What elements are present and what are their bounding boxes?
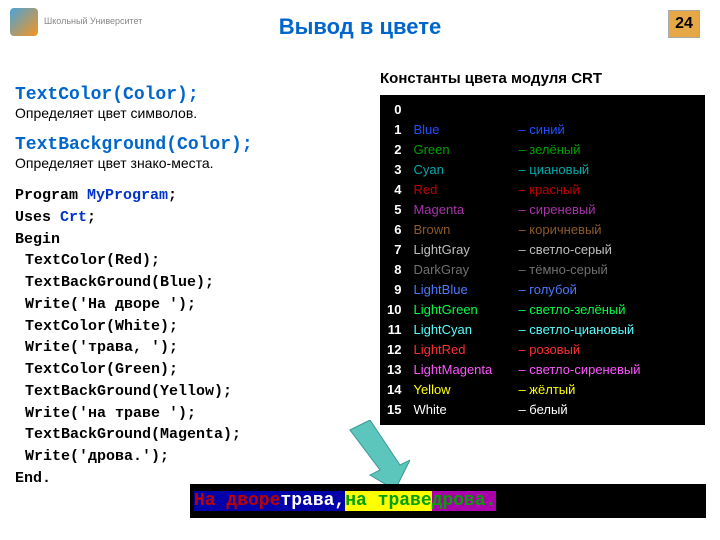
color-table-names: Black– чёрныйBlue– синийGreen– зелёныйCy… [407, 96, 704, 424]
color-row: Green– зелёный [413, 140, 698, 160]
color-row-num: 3 [387, 160, 401, 180]
color-row: LightGray– светло-серый [413, 240, 698, 260]
left-column: TextColor(Color); Определяет цвет символ… [15, 85, 365, 490]
output-segment: трава, [280, 491, 345, 511]
page-number: 24 [668, 10, 700, 38]
color-row-num: 13 [387, 360, 401, 380]
output-segment: на траве [345, 491, 431, 511]
color-row-num: 11 [387, 320, 401, 340]
color-row-num: 12 [387, 340, 401, 360]
color-row: Blue– синий [413, 120, 698, 140]
output-segment: дрова. [432, 491, 497, 511]
color-row: Black– чёрный [413, 100, 698, 120]
color-row-num: 14 [387, 380, 401, 400]
header: Школьный Университет Вывод в цвете 24 [0, 0, 720, 60]
color-row-num: 2 [387, 140, 401, 160]
color-table: 0123456789101112131415 Black– чёрныйBlue… [380, 95, 705, 425]
color-row: LightCyan– светло-циановый [413, 320, 698, 340]
color-row-num: 15 [387, 400, 401, 420]
proc-textbackground-desc: Определяет цвет знако-места. [15, 155, 365, 171]
color-row: DarkGray– тёмно-серый [413, 260, 698, 280]
output-bar: На дворе трава, на траве дрова. [190, 484, 706, 518]
output-segment: На дворе [194, 491, 280, 511]
proc-textbackground: TextBackground(Color); [15, 135, 365, 155]
color-row: LightGreen– светло-зелёный [413, 300, 698, 320]
proc-textcolor-desc: Определяет цвет символов. [15, 105, 365, 121]
right-column: Константы цвета модуля CRT 0123456789101… [380, 70, 705, 425]
brand-logo: Школьный Университет [10, 8, 142, 36]
brand-text: Школьный Университет [44, 17, 142, 27]
code-block: Program MyProgram; Uses Crt; Begin TextC… [15, 185, 365, 490]
color-row: Yellow– жёлтый [413, 380, 698, 400]
color-row-num: 4 [387, 180, 401, 200]
color-row-num: 8 [387, 260, 401, 280]
color-row-num: 7 [387, 240, 401, 260]
color-table-nums: 0123456789101112131415 [381, 96, 407, 424]
color-row-num: 5 [387, 200, 401, 220]
color-row: Brown– коричневый [413, 220, 698, 240]
color-row: Cyan– циановый [413, 160, 698, 180]
proc-textcolor: TextColor(Color); [15, 85, 365, 105]
color-row: Red– красный [413, 180, 698, 200]
color-row-num: 6 [387, 220, 401, 240]
color-row-num: 1 [387, 120, 401, 140]
page-title: Вывод в цвете [279, 14, 442, 40]
color-row: LightBlue– голубой [413, 280, 698, 300]
color-row-num: 10 [387, 300, 401, 320]
color-row: LightMagenta– светло-сиреневый [413, 360, 698, 380]
color-table-title: Константы цвета модуля CRT [380, 70, 705, 87]
color-row: White– белый [413, 400, 698, 420]
color-row: Magenta– сиреневый [413, 200, 698, 220]
arrow-icon [340, 420, 410, 490]
color-row-num: 9 [387, 280, 401, 300]
color-row: LightRed– розовый [413, 340, 698, 360]
color-row-num: 0 [387, 100, 401, 120]
logo-icon [10, 8, 38, 36]
